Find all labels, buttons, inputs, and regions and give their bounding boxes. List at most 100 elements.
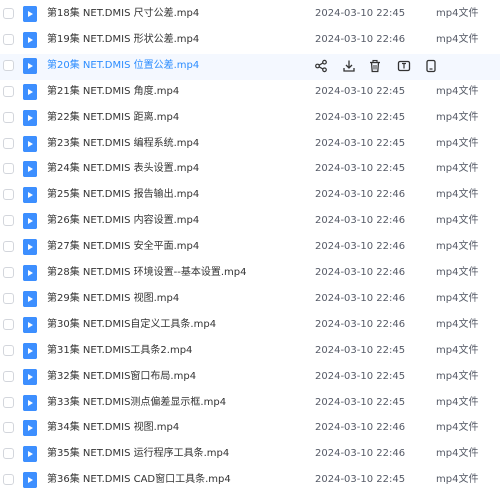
row-checkbox[interactable] [3, 344, 14, 356]
video-file-icon [23, 57, 37, 74]
row-checkbox[interactable] [3, 163, 14, 175]
file-row[interactable]: 第26集 NET.DMIS 内容设置.mp4 2024-03-10 22:46 mp… [0, 209, 500, 235]
row-checkbox[interactable] [3, 8, 14, 19]
file-name[interactable]: 第20集 NET.DMIS 位置公差.mp4 [47, 59, 199, 73]
file-row[interactable]: 第28集 NET.DMIS 环境设置--基本设置.mp4 2024-03-10 2… [0, 261, 500, 287]
row-checkbox[interactable] [3, 474, 14, 486]
file-row[interactable]: 第19集 NET.DMIS 形状公差.mp4 2024-03-10 22:46 mp… [0, 28, 500, 54]
row-checkbox[interactable] [3, 215, 14, 227]
file-name[interactable]: 第27集 NET.DMIS 安全平面.mp4 [47, 240, 199, 254]
file-name[interactable]: 第34集 NET.DMIS 视图.mp4 [47, 421, 179, 435]
video-file-icon [23, 394, 37, 411]
file-type: mp4文件 [436, 111, 479, 123]
file-date: 2024-03-10 22:45 [315, 111, 406, 123]
file-name[interactable]: 第26集 NET.DMIS 内容设置.mp4 [47, 214, 199, 228]
file-date: 2024-03-10 22:45 [315, 85, 406, 97]
file-type: mp4文件 [436, 344, 479, 356]
file-date: 2024-03-10 22:45 [315, 474, 406, 486]
file-row[interactable]: 第35集 NET.DMIS 运行程序工具条.mp4 2024-03-10 22:4… [0, 442, 500, 468]
file-name[interactable]: 第22集 NET.DMIS 距离.mp4 [47, 111, 179, 125]
file-row[interactable]: 第23集 NET.DMIS 编程系统.mp4 2024-03-10 22:45 mp… [0, 132, 500, 158]
file-type: mp4文件 [436, 267, 479, 278]
video-file-icon [23, 83, 37, 100]
file-name[interactable]: 第29集 NET.DMIS 视图.mp4 [47, 292, 179, 306]
file-row[interactable]: 第20集 NET.DMIS 位置公差.mp4 [0, 53, 500, 80]
share-icon[interactable] [314, 59, 328, 73]
video-file-icon [23, 316, 37, 333]
row-checkbox[interactable] [3, 59, 14, 71]
row-checkbox[interactable] [3, 396, 14, 408]
file-name[interactable]: 第18集 NET.DMIS 尺寸公差.mp4 [47, 7, 199, 21]
file-name[interactable]: 第32集 NET.DMIS窗口布局.mp4 [47, 370, 196, 384]
video-file-icon [23, 6, 37, 22]
file-name[interactable]: 第30集 NET.DMIS自定义工具条.mp4 [47, 318, 216, 332]
file-list: 第18集 NET.DMIS 尺寸公差.mp4 2024-03-10 22:45 mp… [0, 0, 500, 500]
file-row[interactable]: 第25集 NET.DMIS 报告输出.mp4 2024-03-10 22:46 mp… [0, 183, 500, 209]
video-file-icon [23, 342, 37, 359]
file-type: mp4文件 [436, 33, 479, 45]
file-name[interactable]: 第28集 NET.DMIS 环境设置--基本设置.mp4 [47, 266, 246, 280]
row-checkbox[interactable] [3, 292, 14, 304]
file-date: 2024-03-10 22:45 [315, 344, 406, 356]
row-checkbox[interactable] [3, 189, 14, 201]
file-name[interactable]: 第36集 NET.DMIS CAD窗口工具条.mp4 [47, 473, 231, 487]
file-name[interactable]: 第23集 NET.DMIS 编程系统.mp4 [47, 137, 199, 151]
row-checkbox[interactable] [3, 241, 14, 253]
file-name[interactable]: 第33集 NET.DMIS测点偏差显示框.mp4 [47, 396, 226, 410]
file-row[interactable]: 第30集 NET.DMIS自定义工具条.mp4 2024-03-10 22:46 m… [0, 313, 500, 339]
video-file-icon [23, 368, 37, 385]
file-row[interactable]: 第27集 NET.DMIS 安全平面.mp4 2024-03-10 22:46 mp… [0, 235, 500, 261]
row-checkbox[interactable] [3, 370, 14, 382]
file-row[interactable]: 第18集 NET.DMIS 尺寸公差.mp4 2024-03-10 22:45 mp… [0, 2, 500, 28]
file-date: 2024-03-10 22:45 [315, 396, 406, 408]
download-icon[interactable] [342, 59, 356, 73]
file-type: mp4文件 [436, 189, 479, 201]
file-row[interactable]: 第34集 NET.DMIS 视图.mp4 2024-03-10 22:46 mp4文… [0, 416, 500, 442]
row-checkbox[interactable] [3, 318, 14, 330]
row-checkbox[interactable] [3, 85, 14, 97]
file-row[interactable]: 第33集 NET.DMIS测点偏差显示框.mp4 2024-03-10 22:45… [0, 391, 500, 417]
row-checkbox[interactable] [3, 448, 14, 460]
file-row[interactable]: 第22集 NET.DMIS 距离.mp4 2024-03-10 22:45 mp4文… [0, 106, 500, 132]
more-icon[interactable] [424, 59, 438, 73]
file-type: mp4文件 [436, 85, 479, 97]
row-checkbox[interactable] [3, 267, 14, 278]
file-row[interactable]: 第21集 NET.DMIS 角度.mp4 2024-03-10 22:45 mp4文… [0, 80, 500, 106]
video-file-icon [23, 239, 37, 256]
row-checkbox[interactable] [3, 422, 14, 434]
file-date: 2024-03-10 22:46 [315, 318, 406, 330]
file-type: mp4文件 [436, 474, 479, 486]
video-file-icon [23, 213, 37, 230]
file-name[interactable]: 第25集 NET.DMIS 报告输出.mp4 [47, 188, 199, 202]
file-row[interactable]: 第29集 NET.DMIS 视图.mp4 2024-03-10 22:46 mp4文… [0, 287, 500, 313]
file-date: 2024-03-10 22:46 [315, 292, 406, 304]
file-name[interactable]: 第19集 NET.DMIS 形状公差.mp4 [47, 33, 199, 47]
video-file-icon [23, 109, 37, 126]
file-name[interactable]: 第24集 NET.DMIS 表头设置.mp4 [47, 162, 199, 176]
video-file-icon [23, 31, 37, 48]
file-date: 2024-03-10 22:45 [315, 163, 406, 175]
row-checkbox[interactable] [3, 111, 14, 123]
file-name[interactable]: 第35集 NET.DMIS 运行程序工具条.mp4 [47, 447, 229, 461]
file-date: 2024-03-10 22:45 [315, 137, 406, 149]
file-type: mp4文件 [436, 163, 479, 175]
file-name[interactable]: 第21集 NET.DMIS 角度.mp4 [47, 85, 179, 99]
rename-icon[interactable] [397, 59, 411, 73]
row-checkbox[interactable] [3, 33, 14, 45]
file-name[interactable]: 第31集 NET.DMIS工具条2.mp4 [47, 344, 192, 358]
video-file-icon [23, 265, 37, 281]
delete-icon[interactable] [368, 59, 382, 73]
file-type: mp4文件 [436, 318, 479, 330]
file-row[interactable]: 第36集 NET.DMIS CAD窗口工具条.mp4 2024-03-10 22:… [0, 468, 500, 494]
file-row[interactable]: 第24集 NET.DMIS 表头设置.mp4 2024-03-10 22:45 mp… [0, 157, 500, 183]
row-checkbox[interactable] [3, 137, 14, 149]
file-date: 2024-03-10 22:46 [315, 241, 406, 253]
file-type: mp4文件 [436, 396, 479, 408]
file-date: 2024-03-10 22:46 [315, 448, 406, 460]
video-file-icon [23, 420, 37, 437]
video-file-icon [23, 446, 37, 463]
file-row[interactable]: 第31集 NET.DMIS工具条2.mp4 2024-03-10 22:45 mp4… [0, 339, 500, 365]
file-row[interactable]: 第32集 NET.DMIS窗口布局.mp4 2024-03-10 22:45 mp4… [0, 365, 500, 391]
file-date: 2024-03-10 22:46 [315, 189, 406, 201]
file-date: 2024-03-10 22:46 [315, 215, 406, 227]
